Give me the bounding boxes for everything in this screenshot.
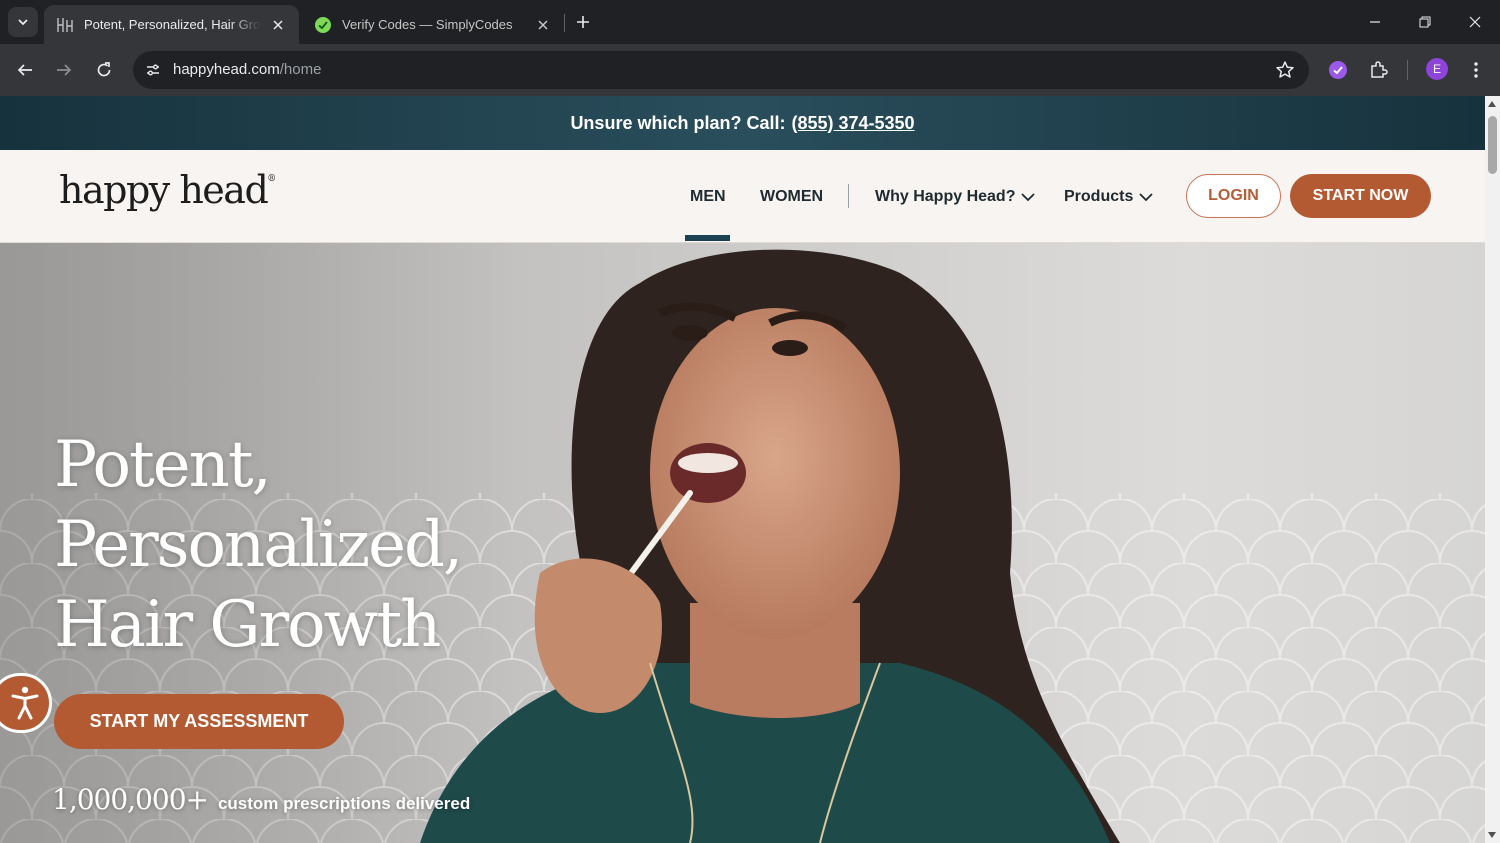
hero-section: Potent, Personalized, Hair Growth START …: [0, 243, 1485, 843]
site-info-icon[interactable]: [141, 58, 165, 82]
accessibility-icon: [11, 686, 39, 720]
start-now-button[interactable]: START NOW: [1290, 174, 1431, 218]
browser-toolbar: happyhead.com/home E: [0, 44, 1500, 96]
plus-icon: [577, 16, 589, 28]
headline-line: Personalized,: [54, 508, 463, 582]
nav-active-indicator: [685, 235, 730, 241]
minimize-button[interactable]: [1350, 0, 1400, 44]
back-button[interactable]: [10, 55, 40, 85]
close-tab-icon[interactable]: [534, 16, 552, 34]
happy-head-logo[interactable]: happy head®: [59, 168, 276, 212]
bookmark-star-icon[interactable]: [1275, 60, 1295, 80]
promo-banner: Unsure which plan? Call: (855) 374-5350: [0, 96, 1485, 150]
reload-icon: [97, 62, 111, 77]
url-text: happyhead.com/home: [173, 61, 322, 78]
page-scrollbar[interactable]: [1485, 96, 1500, 843]
nav-products[interactable]: Products: [1064, 188, 1153, 206]
stat-text: custom prescriptions delivered: [217, 794, 471, 813]
forward-button[interactable]: [49, 55, 79, 85]
tab-happyhead[interactable]: Potent, Personalized, Hair Growth: [44, 5, 299, 44]
scroll-down-arrow-icon[interactable]: [1488, 832, 1496, 838]
chevron-down-icon: [18, 19, 28, 26]
stat-number: 1,000,000+: [52, 783, 209, 816]
close-icon: [1469, 16, 1481, 28]
site-header: happy head® MEN WOMEN Why Happy Head? Pr…: [0, 150, 1485, 243]
tab-strip: Potent, Personalized, Hair Growth Verify…: [0, 0, 1500, 44]
page-viewport: Unsure which plan? Call: (855) 374-5350 …: [0, 96, 1485, 843]
login-button[interactable]: LOGIN: [1186, 174, 1281, 218]
phone-link[interactable]: (855) 374-5350: [791, 113, 914, 134]
simplycodes-favicon: [314, 16, 332, 34]
tab-title: Potent, Personalized, Hair Growth: [84, 17, 261, 32]
tab-separator: [564, 14, 565, 32]
arrow-left-icon: [17, 64, 32, 76]
reload-button[interactable]: [89, 55, 119, 85]
nav-divider: [848, 184, 849, 208]
close-tab-icon[interactable]: [269, 16, 287, 34]
start-assessment-button[interactable]: START MY ASSESSMENT: [54, 694, 344, 749]
chevron-down-icon: [1021, 193, 1036, 202]
tab-title: Verify Codes — SimplyCodes: [342, 17, 513, 32]
prescriptions-stat: 1,000,000+ custom prescriptions delivere…: [52, 783, 470, 816]
simplycodes-extension-icon[interactable]: [1326, 58, 1350, 82]
hero-headline: Potent, Personalized, Hair Growth: [54, 425, 574, 665]
nav-why-happy-head[interactable]: Why Happy Head?: [875, 188, 1036, 206]
chevron-down-icon: [1139, 193, 1153, 202]
extensions-puzzle-icon[interactable]: [1366, 58, 1390, 82]
address-bar[interactable]: happyhead.com/home: [133, 51, 1309, 89]
happyhead-favicon: [56, 16, 74, 34]
menu-kebab-icon[interactable]: [1464, 58, 1488, 82]
tab-simplycodes[interactable]: Verify Codes — SimplyCodes: [302, 5, 564, 44]
tab-search-button[interactable]: [8, 7, 38, 37]
scroll-up-arrow-icon[interactable]: [1488, 101, 1496, 107]
minimize-icon: [1370, 21, 1380, 23]
scroll-thumb[interactable]: [1488, 116, 1497, 174]
toolbar-separator: [1407, 60, 1408, 80]
restore-icon: [1419, 16, 1431, 28]
arrow-right-icon: [57, 64, 72, 76]
new-tab-button[interactable]: [572, 11, 594, 33]
nav-women[interactable]: WOMEN: [760, 188, 823, 206]
profile-avatar[interactable]: E: [1426, 58, 1448, 80]
headline-line: Potent,: [54, 428, 272, 502]
restore-button[interactable]: [1400, 0, 1450, 44]
close-window-button[interactable]: [1450, 0, 1500, 44]
nav-men[interactable]: MEN: [690, 188, 726, 206]
headline-line: Hair Growth: [54, 588, 441, 662]
promo-text: Unsure which plan? Call:: [570, 112, 786, 133]
